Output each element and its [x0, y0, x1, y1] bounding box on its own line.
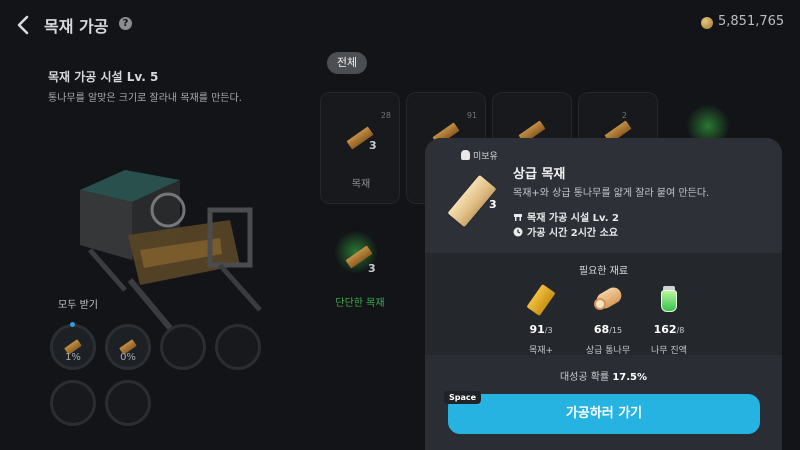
- coin-icon: [701, 17, 713, 29]
- material-need: /15: [609, 326, 623, 335]
- material-need: /8: [676, 326, 685, 335]
- unowned-label: 미보유: [473, 152, 498, 162]
- production-slot-empty[interactable]: [160, 324, 206, 370]
- facility-description: 통나무를 알맞은 크기로 잘라내 목재를 만든다.: [48, 93, 242, 104]
- production-slot[interactable]: [50, 324, 96, 370]
- ghost-icon: [461, 150, 470, 160]
- material-name: 나무 진액: [651, 346, 687, 356]
- material-have: 162: [653, 323, 677, 336]
- card-name: 단단한 목재: [335, 298, 385, 309]
- material-wood-plus[interactable]: 91/3 목재+: [511, 283, 571, 356]
- recipe-detail-panel: 미보유 3 상급 목재 목재+와 상급 통나무를 얇게 잘라 붙여 만든다. 목…: [425, 138, 782, 450]
- back-arrow-icon[interactable]: [14, 14, 34, 36]
- material-tree-sap[interactable]: 162/8 나무 진액: [639, 286, 699, 356]
- potion-icon: [639, 286, 699, 312]
- material-premium-log[interactable]: 68/15 상급 통나무: [578, 284, 638, 356]
- card-qty: 3: [369, 139, 377, 152]
- owned-count: 28: [380, 111, 391, 120]
- card-name: 목재: [351, 179, 371, 190]
- material-have: 68: [593, 323, 610, 336]
- material-name: 상급 통나무: [585, 346, 631, 356]
- wood-plus-icon: [511, 283, 571, 317]
- slot-progress-label: 0%: [120, 352, 136, 363]
- production-slot-empty[interactable]: [215, 324, 261, 370]
- new-indicator-dot: [70, 322, 75, 327]
- item-description: 목재+와 상급 통나무를 얇게 잘라 붙여 만든다.: [513, 188, 710, 199]
- time-requirement-text: 가공 시간 2시간 소요: [527, 228, 619, 239]
- currency-amount: 5,851,765: [718, 14, 785, 29]
- great-success-rate: 대성공 확률 17.5%: [425, 368, 782, 383]
- space-hotkey-badge: Space: [444, 391, 482, 404]
- owned-count: 2: [621, 111, 627, 120]
- card-qty: 3: [368, 262, 376, 275]
- log-icon: [578, 284, 638, 312]
- sawmill-machine-image: [70, 150, 280, 350]
- facility-requirement: 목재 가공 시설 Lv. 2: [513, 209, 619, 224]
- workbench-icon: [513, 212, 523, 222]
- collect-all-button[interactable]: 모두 받기: [58, 296, 98, 311]
- item-qty: 3: [489, 198, 497, 211]
- item-name: 상급 목재: [513, 167, 566, 182]
- recipe-card-hard-wood[interactable]: 3 단단한 목재: [320, 220, 400, 332]
- material-have: 91: [529, 323, 545, 336]
- recipe-card-wood[interactable]: 28 3 목재: [320, 92, 400, 204]
- production-slot[interactable]: [105, 324, 151, 370]
- slot-progress-label: 1%: [65, 352, 81, 363]
- tab-all[interactable]: 전체: [327, 52, 367, 74]
- owned-count: 91: [466, 111, 477, 120]
- help-icon[interactable]: ?: [119, 17, 132, 30]
- success-value: 17.5%: [612, 372, 648, 383]
- go-craft-button[interactable]: 가공하러 가기: [448, 394, 760, 434]
- facility-name: 목재 가공 시설 Lv. 5: [48, 70, 159, 84]
- clock-icon: [513, 227, 523, 237]
- materials-title: 필요한 재료: [578, 266, 629, 277]
- production-slot-empty[interactable]: [105, 380, 151, 426]
- production-slot-empty[interactable]: [50, 380, 96, 426]
- material-name: 목재+: [528, 346, 554, 356]
- success-label: 대성공 확률: [559, 372, 610, 383]
- material-need: /3: [544, 326, 553, 335]
- facility-requirement-text: 목재 가공 시설 Lv. 2: [527, 213, 619, 224]
- page-title: 목재 가공: [44, 17, 109, 36]
- time-requirement: 가공 시간 2시간 소요: [513, 224, 618, 239]
